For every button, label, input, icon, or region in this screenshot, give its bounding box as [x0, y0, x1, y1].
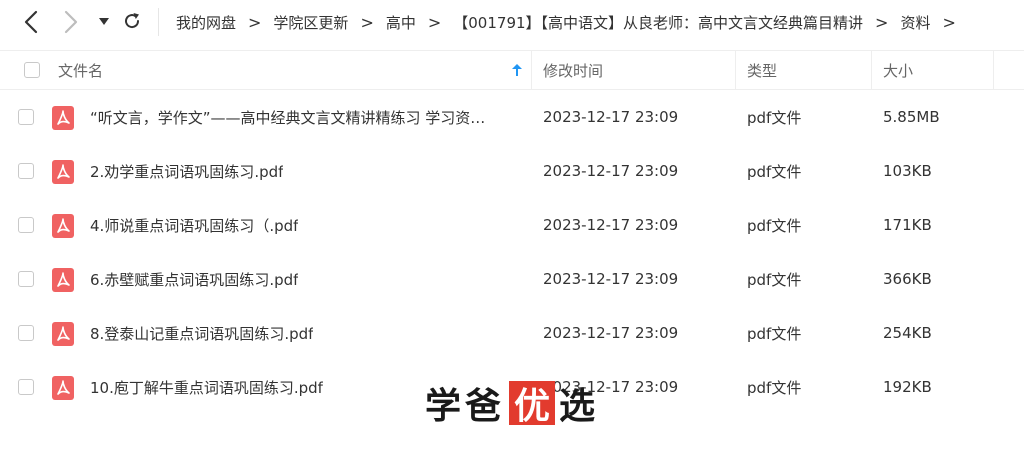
- file-name[interactable]: 4.师说重点词语巩固练习（.pdf: [90, 198, 298, 252]
- row-checkbox-cell: [18, 252, 34, 306]
- breadcrumb-item-high-school[interactable]: 高中: [386, 12, 416, 33]
- file-type: pdf文件: [747, 378, 802, 397]
- file-type: pdf文件: [747, 324, 802, 343]
- file-row[interactable]: 6.赤壁赋重点词语巩固练习.pdf 2023-12-17 23:09 pdf文件…: [0, 252, 1024, 306]
- column-divider: [531, 51, 532, 89]
- file-size: 103KB: [883, 162, 932, 180]
- watermark-text-part2: 选: [559, 386, 600, 427]
- file-size: 171KB: [883, 216, 932, 234]
- breadcrumb: 我的网盘 > 学院区更新 > 高中 > 【001791】【高中语文】从良老师：高…: [176, 0, 968, 44]
- file-name[interactable]: 2.劝学重点词语巩固练习.pdf: [90, 144, 283, 198]
- sort-up-arrow-icon: [512, 64, 522, 76]
- watermark-text-boxed: 优: [509, 381, 556, 427]
- file-row[interactable]: 2.劝学重点词语巩固练习.pdf 2023-12-17 23:09 pdf文件 …: [0, 144, 1024, 198]
- chevron-left-icon: [24, 10, 38, 34]
- column-header-type-label: 类型: [747, 61, 778, 80]
- chevron-right-icon: [64, 10, 78, 34]
- row-checkbox[interactable]: [18, 325, 34, 341]
- file-size: 366KB: [883, 270, 932, 288]
- column-header-type[interactable]: 类型: [747, 51, 777, 89]
- caret-down-icon: [99, 18, 109, 25]
- back-button[interactable]: [20, 10, 42, 34]
- column-header-name[interactable]: 文件名: [58, 51, 103, 89]
- column-header-modified-label: 修改时间: [543, 61, 604, 80]
- breadcrumb-item-my-drive[interactable]: 我的网盘: [176, 12, 236, 33]
- toolbar: 我的网盘 > 学院区更新 > 高中 > 【001791】【高中语文】从良老师：高…: [0, 0, 1024, 44]
- file-type: pdf文件: [747, 216, 802, 235]
- breadcrumb-separator: >: [360, 12, 374, 32]
- file-row[interactable]: 8.登泰山记重点词语巩固练习.pdf 2023-12-17 23:09 pdf文…: [0, 306, 1024, 360]
- sort-indicator[interactable]: [511, 51, 523, 89]
- file-name[interactable]: “听文言，学作文”——高中经典文言文精讲精练习 学习资…: [90, 90, 485, 144]
- file-type: pdf文件: [747, 108, 802, 127]
- row-checkbox-cell: [18, 360, 34, 414]
- column-divider: [735, 51, 736, 89]
- file-row[interactable]: 4.师说重点词语巩固练习（.pdf 2023-12-17 23:09 pdf文件…: [0, 198, 1024, 252]
- pdf-file-icon: [52, 322, 74, 346]
- row-checkbox-cell: [18, 306, 34, 360]
- column-header-size[interactable]: 大小: [883, 51, 913, 89]
- breadcrumb-separator: >: [427, 12, 442, 32]
- row-checkbox-cell: [18, 144, 34, 198]
- pdf-file-icon: [52, 376, 74, 400]
- watermark-logo: 学爸 优 选: [425, 378, 599, 428]
- file-modified: 2023-12-17 23:09: [543, 270, 679, 288]
- file-size: 5.85MB: [883, 108, 940, 126]
- file-modified: 2023-12-17 23:09: [543, 162, 679, 180]
- row-checkbox-cell: [18, 198, 34, 252]
- breadcrumb-item-materials[interactable]: 资料: [900, 12, 930, 33]
- file-list-header: 文件名 修改时间 类型 大小: [0, 50, 1024, 90]
- row-checkbox[interactable]: [18, 379, 34, 395]
- pdf-file-icon: [52, 268, 74, 292]
- select-all-checkbox[interactable]: [24, 62, 40, 78]
- column-divider: [871, 51, 872, 89]
- breadcrumb-separator: >: [248, 12, 262, 32]
- file-size: 254KB: [883, 324, 932, 342]
- file-row[interactable]: “听文言，学作文”——高中经典文言文精讲精练习 学习资… 2023-12-17 …: [0, 90, 1024, 144]
- pdf-file-icon: [52, 160, 74, 184]
- file-type: pdf文件: [747, 270, 802, 289]
- breadcrumb-item-course-folder[interactable]: 【001791】【高中语文】从良老师：高中文言文经典篇目精讲: [453, 12, 863, 33]
- column-header-name-label: 文件名: [58, 61, 104, 80]
- row-checkbox[interactable]: [18, 271, 34, 287]
- refresh-button[interactable]: [122, 11, 142, 31]
- row-checkbox[interactable]: [18, 217, 34, 233]
- row-checkbox-cell: [18, 90, 34, 144]
- pdf-file-icon: [52, 106, 74, 130]
- column-divider: [993, 51, 994, 89]
- breadcrumb-separator: >: [875, 12, 889, 32]
- file-name[interactable]: 6.赤壁赋重点词语巩固练习.pdf: [90, 252, 298, 306]
- history-dropdown-button[interactable]: [97, 14, 111, 28]
- file-type: pdf文件: [747, 162, 802, 181]
- column-header-size-label: 大小: [883, 61, 914, 80]
- row-checkbox[interactable]: [18, 109, 34, 125]
- file-size: 192KB: [883, 378, 932, 396]
- refresh-icon: [125, 13, 140, 29]
- file-modified: 2023-12-17 23:09: [543, 324, 679, 342]
- toolbar-divider: [158, 8, 159, 36]
- file-modified: 2023-12-17 23:09: [543, 216, 679, 234]
- file-name[interactable]: 8.登泰山记重点词语巩固练习.pdf: [90, 306, 313, 360]
- watermark-text-part1: 学爸: [425, 386, 506, 427]
- pdf-file-icon: [52, 214, 74, 238]
- select-all-cell: [24, 51, 40, 89]
- row-checkbox[interactable]: [18, 163, 34, 179]
- forward-button[interactable]: [60, 10, 82, 34]
- breadcrumb-item-college-updates[interactable]: 学院区更新: [273, 12, 348, 33]
- breadcrumb-separator: >: [942, 12, 956, 32]
- file-name[interactable]: 10.庖丁解牛重点词语巩固练习.pdf: [90, 360, 323, 414]
- column-header-modified[interactable]: 修改时间: [543, 51, 603, 89]
- file-modified: 2023-12-17 23:09: [543, 108, 679, 126]
